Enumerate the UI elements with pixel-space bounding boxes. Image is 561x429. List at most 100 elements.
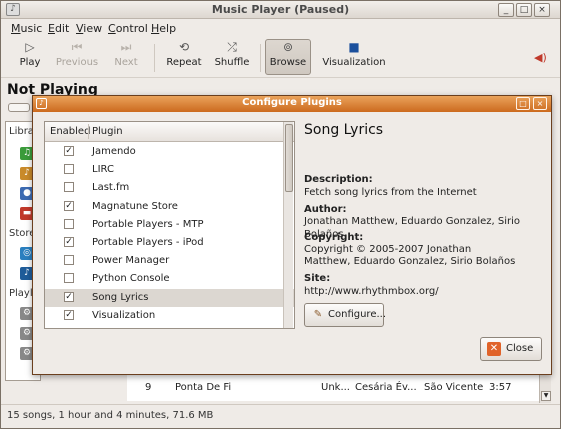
dialog-title: Configure Plugins xyxy=(242,97,342,108)
author-label: Author: xyxy=(304,204,347,215)
plugin-row[interactable]: ✓ Magnatune Store xyxy=(45,198,294,216)
plugin-name: Portable Players - iPod xyxy=(92,237,204,248)
site-label: Site: xyxy=(304,273,331,284)
site-text: http://www.rhythmbox.org/ xyxy=(304,286,439,297)
close-icon: ✕ xyxy=(487,342,501,356)
plugin-name: LIRC xyxy=(92,164,114,176)
plugin-enabled-checkbox[interactable]: ✓ xyxy=(64,291,74,302)
previous-label: Previous xyxy=(55,57,99,68)
menu-help[interactable]: Help xyxy=(151,22,176,35)
visualization-button[interactable]: ■ Visualization xyxy=(322,40,386,68)
plugin-row[interactable]: ✓ Song Lyrics xyxy=(45,288,294,307)
plugin-row[interactable]: LIRC xyxy=(45,161,294,179)
previous-icon: ⏮ xyxy=(71,40,83,54)
window-title: Music Player (Paused) xyxy=(211,3,350,16)
toolbar-separator xyxy=(154,44,155,72)
plugin-name: Visualization xyxy=(92,309,156,321)
plugin-enabled-checkbox[interactable] xyxy=(64,182,74,193)
dialog-maximize-button[interactable]: □ xyxy=(516,97,530,110)
menu-music[interactable]: Music xyxy=(11,22,42,35)
library-header: Libra xyxy=(9,126,34,137)
table-row[interactable]: 9 Ponta De Fi Unk... Cesária Év... São V… xyxy=(127,379,539,397)
track-title: Ponta De Fi xyxy=(175,382,232,393)
browse-icon: ⊚ xyxy=(282,40,294,54)
repeat-label: Repeat xyxy=(166,57,202,68)
plugin-list-header: Enabled Plugin xyxy=(45,122,294,142)
track-scrollbar[interactable]: ▼ xyxy=(539,373,551,403)
scroll-down-icon[interactable]: ▼ xyxy=(541,391,551,401)
dialog-close-window-button[interactable]: × xyxy=(533,97,547,110)
browse-label: Browse xyxy=(269,57,307,68)
plugin-enabled-checkbox[interactable] xyxy=(64,255,74,266)
plugin-name-heading: Song Lyrics xyxy=(304,122,384,138)
enabled-column-header[interactable]: Enabled xyxy=(50,126,90,137)
menu-edit[interactable]: Edit xyxy=(48,22,69,35)
plugin-row[interactable]: Python Console xyxy=(45,270,294,288)
track-genre: Unk... xyxy=(321,382,350,393)
close-button-label: Close xyxy=(506,343,534,354)
track-duration: 3:57 xyxy=(489,382,512,393)
copyright-label: Copyright: xyxy=(304,232,364,243)
plugin-enabled-checkbox[interactable]: ✓ xyxy=(64,309,74,320)
column-separator xyxy=(88,124,89,139)
plugin-enabled-checkbox[interactable]: ✓ xyxy=(64,146,74,156)
dialog-title-bar: ♪ Configure Plugins □ × xyxy=(33,96,551,112)
visualization-icon: ■ xyxy=(348,40,360,54)
menu-bar: Music Edit View Control Help xyxy=(1,20,560,37)
plugin-name: Power Manager xyxy=(92,255,170,267)
plugin-column-header[interactable]: Plugin xyxy=(92,126,123,137)
play-icon: ▷ xyxy=(25,40,35,54)
next-label: Next xyxy=(114,57,138,68)
play-button[interactable]: ▷ Play xyxy=(13,40,47,68)
plugin-enabled-checkbox[interactable]: ✓ xyxy=(64,237,74,247)
plugin-row[interactable]: ✓ Visualization xyxy=(45,307,294,325)
plugin-enabled-checkbox[interactable] xyxy=(64,164,74,175)
plugin-name: Portable Players - MTP xyxy=(92,218,204,230)
title-bar: ♪ Music Player (Paused) _ □ × xyxy=(1,1,560,19)
browse-button[interactable]: ⊚ Browse xyxy=(265,39,311,75)
plugin-row[interactable]: Power Manager xyxy=(45,252,294,270)
track-number: 9 xyxy=(145,382,152,393)
description-label: Description: xyxy=(304,174,373,185)
configure-plugins-dialog: ♪ Configure Plugins □ × Enabled Plugin ✓… xyxy=(32,95,552,375)
position-slider[interactable] xyxy=(8,103,30,112)
configure-button-label: Configure... xyxy=(328,309,387,320)
copyright-text-line2: Matthew, Eduardo Gonzalez, Sirio Bolaños xyxy=(304,256,516,267)
minimize-button[interactable]: _ xyxy=(498,3,514,17)
plugin-row[interactable]: Last.fm xyxy=(45,179,294,197)
close-button[interactable]: ✕ Close xyxy=(480,337,542,361)
previous-button[interactable]: ⏮ Previous xyxy=(53,40,101,68)
maximize-button[interactable]: □ xyxy=(516,3,532,17)
plugin-name: Jamendo xyxy=(92,146,136,157)
plugin-row[interactable]: ✓ Jamendo xyxy=(45,143,294,161)
menu-control[interactable]: Control xyxy=(108,22,148,35)
plugin-enabled-checkbox[interactable] xyxy=(64,273,74,284)
plugin-list[interactable]: Enabled Plugin ✓ Jamendo LIRC Last.fm ✓ Magna… xyxy=(44,121,295,329)
toolbar: ▷ Play ⏮ Previous ⏭ Next ⟲ Repeat ⤮ Shuf… xyxy=(1,38,560,78)
scrollbar-thumb[interactable] xyxy=(285,124,293,192)
shuffle-icon: ⤮ xyxy=(227,40,237,54)
plugin-enabled-checkbox[interactable]: ✓ xyxy=(64,200,74,211)
track-album: São Vicente xyxy=(424,382,484,393)
status-text: 15 songs, 1 hour and 4 minutes, 71.6 MB xyxy=(7,410,214,421)
plugin-name: Song Lyrics xyxy=(92,291,149,303)
toolbar-separator xyxy=(260,44,261,72)
plugin-name: Python Console xyxy=(92,273,170,285)
plugin-row[interactable]: ✓ Portable Players - iPod xyxy=(45,234,294,252)
menu-view[interactable]: View xyxy=(76,22,102,35)
volume-icon[interactable]: ◀) xyxy=(534,51,547,64)
plugin-row[interactable]: Portable Players - MTP xyxy=(45,216,294,234)
repeat-icon: ⟲ xyxy=(178,40,190,54)
configure-tools-icon: ✎ xyxy=(313,309,323,320)
repeat-button[interactable]: ⟲ Repeat xyxy=(164,40,204,68)
plugin-enabled-checkbox[interactable] xyxy=(64,218,74,229)
plugin-list-scrollbar[interactable] xyxy=(283,122,293,328)
next-button[interactable]: ⏭ Next xyxy=(109,40,143,68)
visualization-label: Visualization xyxy=(322,57,386,68)
shuffle-button[interactable]: ⤮ Shuffle xyxy=(212,40,252,68)
next-icon: ⏭ xyxy=(120,40,132,54)
configure-button[interactable]: ✎ Configure... xyxy=(304,303,387,327)
plugin-name: Magnatune Store xyxy=(92,200,178,212)
play-label: Play xyxy=(19,57,41,68)
close-window-button[interactable]: × xyxy=(534,3,550,17)
